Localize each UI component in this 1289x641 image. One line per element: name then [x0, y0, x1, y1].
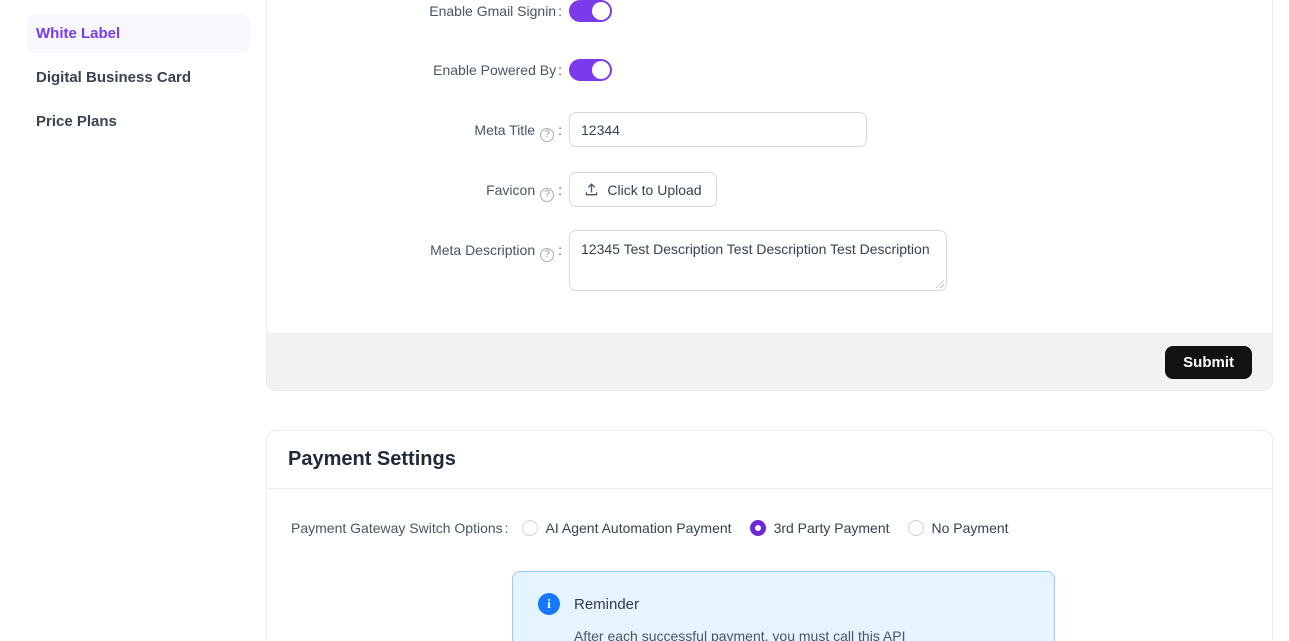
meta-title-label: Meta Title?:	[267, 122, 562, 142]
sidebar-item-price-plans[interactable]: Price Plans	[27, 106, 250, 136]
info-icon: i	[538, 593, 560, 615]
reminder-alert: i Reminder After each successful payment…	[512, 571, 1055, 641]
toggle-knob	[592, 2, 610, 20]
favicon-label: Favicon?:	[267, 182, 562, 202]
radio-option-no-payment[interactable]: No Payment	[908, 520, 1009, 536]
payment-gateway-radio-group: Payment Gateway Switch Options: AI Agent…	[291, 518, 1027, 538]
radio-option-label: AI Agent Automation Payment	[546, 520, 732, 536]
sidebar-item-label: Price Plans	[36, 113, 117, 130]
sidebar-item-white-label[interactable]: White Label	[27, 14, 250, 53]
white-label-settings-card: Enable Gmail Signin: Enable Powered By: …	[266, 0, 1273, 391]
reminder-body: After each successful payment, you must …	[574, 628, 905, 641]
meta-title-input[interactable]	[569, 112, 867, 147]
help-icon[interactable]: ?	[540, 248, 554, 262]
radio-option-ai-agent-automation-payment[interactable]: AI Agent Automation Payment	[522, 520, 732, 536]
payment-settings-title: Payment Settings	[288, 448, 456, 471]
radio-option-3rd-party-payment[interactable]: 3rd Party Payment	[750, 520, 890, 536]
powered-by-label: Enable Powered By:	[267, 62, 562, 79]
gmail-signin-toggle[interactable]	[569, 0, 612, 22]
radio-selected-icon[interactable]	[750, 520, 766, 536]
sidebar-item-label: Digital Business Card	[36, 69, 191, 86]
help-icon[interactable]: ?	[540, 188, 554, 202]
settings-sidebar: White Label Digital Business Card Price …	[0, 0, 260, 641]
sidebar-item-digital-business-card[interactable]: Digital Business Card	[27, 62, 250, 92]
toggle-knob	[592, 61, 610, 79]
meta-description-field: 12345 Test Description Test Description …	[569, 230, 947, 291]
gmail-signin-label: Enable Gmail Signin:	[267, 3, 562, 20]
radio-unselected-icon[interactable]	[908, 520, 924, 536]
form-footer: Submit	[267, 333, 1272, 390]
radio-option-label: 3rd Party Payment	[774, 520, 890, 536]
meta-description-textarea[interactable]: 12345 Test Description Test Description …	[569, 230, 947, 291]
page: { "ui": { "colon": ":" }, "icons": { "he…	[0, 0, 1289, 641]
submit-button[interactable]: Submit	[1165, 346, 1252, 379]
radio-option-label: No Payment	[932, 520, 1009, 536]
payment-settings-card: Payment Settings Payment Gateway Switch …	[266, 430, 1273, 641]
help-icon[interactable]: ?	[540, 128, 554, 142]
powered-by-toggle[interactable]	[569, 59, 612, 81]
favicon-upload-button[interactable]: Click to Upload	[569, 172, 717, 207]
radio-unselected-icon[interactable]	[522, 520, 538, 536]
reminder-title: Reminder	[574, 596, 639, 613]
upload-icon	[584, 182, 599, 197]
upload-button-label: Click to Upload	[607, 182, 701, 198]
payment-gateway-options-label: Payment Gateway Switch Options:	[291, 520, 509, 536]
payment-settings-header: Payment Settings	[267, 431, 1272, 489]
meta-description-label: Meta Description?:	[267, 242, 562, 262]
sidebar-item-label: White Label	[36, 25, 120, 42]
